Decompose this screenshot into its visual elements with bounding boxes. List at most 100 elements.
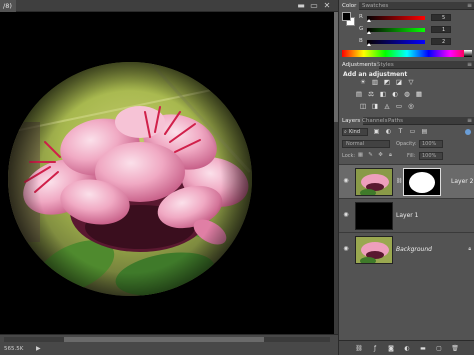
blue-channel-row: B 2 <box>357 38 474 46</box>
close-icon[interactable]: ✕ <box>322 1 332 11</box>
layers-panel-menu-icon[interactable]: ≡ <box>467 117 472 124</box>
lock-transparent-icon[interactable]: ▦ <box>357 152 364 160</box>
adjustments-title: Add an adjustment <box>343 71 408 78</box>
levels-icon[interactable]: ▥ <box>371 79 379 86</box>
tab-color[interactable]: Color <box>339 2 360 10</box>
visibility-eye-icon[interactable]: ◉ <box>342 245 350 253</box>
green-channel-label: G <box>359 26 364 32</box>
lock-image-icon[interactable]: ✎ <box>367 152 374 160</box>
doc-size-text: 565.5K <box>4 346 24 352</box>
document-tab[interactable]: /8) <box>0 0 16 12</box>
horizontal-scrollbar[interactable] <box>4 337 330 342</box>
vibrance-icon[interactable]: ▽ <box>407 79 415 86</box>
layer-thumbnail[interactable] <box>355 168 393 196</box>
tab-styles[interactable]: Styles <box>374 61 397 69</box>
visibility-eye-icon[interactable]: ◉ <box>342 211 350 219</box>
layer-name[interactable]: Layer 2 <box>451 178 473 185</box>
red-value-field[interactable]: 5 <box>431 14 451 21</box>
new-group-icon[interactable]: ▬ <box>419 345 427 353</box>
filter-shape-icon[interactable]: ▭ <box>409 128 416 136</box>
red-slider-knob[interactable] <box>367 19 371 22</box>
layer-thumbnail[interactable] <box>355 236 393 264</box>
visibility-eye-icon[interactable]: ◉ <box>342 177 350 185</box>
green-slider-knob[interactable] <box>367 31 371 34</box>
layers-footer: ⛓ ƒ ◙ ◐ ▬ ▢ 🗑︎ <box>339 340 474 355</box>
layer-mask-thumbnail[interactable] <box>403 168 441 196</box>
hue-saturation-icon[interactable]: ▤ <box>355 91 363 98</box>
curves-icon[interactable]: ◩ <box>383 79 391 86</box>
color-balance-icon[interactable]: ⚖ <box>367 91 375 98</box>
invert-icon[interactable]: ◫ <box>359 103 367 110</box>
status-menu-arrow-icon[interactable]: ▶ <box>36 345 41 352</box>
blue-slider-knob[interactable] <box>367 43 371 46</box>
blue-slider[interactable] <box>367 40 425 44</box>
tab-paths[interactable]: Paths <box>385 117 406 125</box>
status-bar: 565.5K ▶ <box>0 334 338 355</box>
new-layer-icon[interactable]: ▢ <box>435 345 443 353</box>
lock-row: Lock: ▦ ✎ ✥ 🔒︎ Fill: 100% <box>339 151 474 161</box>
document-tab-title: /8) <box>3 2 12 10</box>
opacity-field[interactable]: 100% <box>419 140 443 148</box>
add-mask-icon[interactable]: ◙ <box>387 345 395 353</box>
filter-type-icon[interactable]: T <box>397 128 404 136</box>
filter-kind-select[interactable]: ⌕ Kind <box>342 128 368 136</box>
exposure-icon[interactable]: ◪ <box>395 79 403 86</box>
layer-row-layer-2[interactable]: ◉ ⛓ Layer 2 <box>339 164 474 198</box>
threshold-icon[interactable]: ◬ <box>383 103 391 110</box>
foreground-color-swatch[interactable] <box>342 12 351 21</box>
photo-filter-icon[interactable]: ◐ <box>391 91 399 98</box>
channel-mixer-icon[interactable]: ◍ <box>403 91 411 98</box>
brightness-contrast-icon[interactable]: ☀ <box>359 79 367 86</box>
layers-panel-tabs: Layers Channels Paths ≡ <box>339 117 474 125</box>
document-canvas[interactable] <box>0 12 334 334</box>
green-slider[interactable] <box>367 28 425 32</box>
red-channel-label: R <box>359 14 363 20</box>
lock-position-icon[interactable]: ✥ <box>377 152 384 160</box>
filter-adjustment-icon[interactable]: ◐ <box>385 128 392 136</box>
blue-value-field[interactable]: 2 <box>431 38 451 45</box>
tab-swatches[interactable]: Swatches <box>359 2 391 10</box>
red-slider[interactable] <box>367 16 425 20</box>
blend-mode-select[interactable]: Normal <box>342 140 390 148</box>
adjustments-panel-tabs: Adjustments Styles ≡ <box>339 61 474 69</box>
horizontal-scroll-thumb[interactable] <box>64 337 264 342</box>
posterize-icon[interactable]: ◨ <box>371 103 379 110</box>
layer-thumbnail[interactable] <box>355 202 393 230</box>
lock-icon: 🔒︎ <box>468 246 471 252</box>
layer-filter-row: ⌕ Kind ▣ ◐ T ▭ ▤ <box>339 127 474 137</box>
filter-smart-object-icon[interactable]: ▤ <box>421 128 428 136</box>
filter-pixel-icon[interactable]: ▣ <box>373 128 380 136</box>
chain-link-icon[interactable]: ⛓ <box>396 178 402 186</box>
maximize-icon[interactable]: ▭ <box>309 1 319 11</box>
new-adjustment-icon[interactable]: ◐ <box>403 345 411 353</box>
color-panel-menu-icon[interactable]: ≡ <box>467 2 472 9</box>
green-value-field[interactable]: 1 <box>431 26 451 33</box>
lock-label: Lock: <box>342 153 356 159</box>
red-channel-row: R 5 <box>357 14 474 22</box>
layer-name[interactable]: Background <box>396 246 432 253</box>
black-white-ramp[interactable] <box>464 50 472 57</box>
selective-color-icon[interactable]: ◎ <box>407 103 415 110</box>
filter-toggle-icon[interactable] <box>465 129 471 135</box>
minimize-icon[interactable]: ▬ <box>296 1 306 11</box>
color-lookup-icon[interactable]: ▦ <box>415 91 423 98</box>
fill-field[interactable]: 100% <box>419 152 443 160</box>
opacity-label: Opacity: <box>396 141 417 147</box>
delete-icon[interactable]: 🗑︎ <box>451 345 459 353</box>
search-icon: ⌕ <box>344 129 347 135</box>
layer-row-layer-1[interactable]: ◉ Layer 1 <box>339 198 474 232</box>
lock-all-icon[interactable]: 🔒︎ <box>387 152 394 160</box>
adjustments-panel-menu-icon[interactable]: ≡ <box>467 61 472 68</box>
gradient-map-icon[interactable]: ▭ <box>395 103 403 110</box>
link-layers-icon[interactable]: ⛓ <box>355 345 363 353</box>
black-white-icon[interactable]: ◧ <box>379 91 387 98</box>
fill-label: Fill: <box>407 153 416 159</box>
layer-row-background[interactable]: ◉ Background 🔒︎ <box>339 232 474 266</box>
color-spectrum-ramp[interactable] <box>342 50 472 57</box>
fx-icon[interactable]: ƒ <box>371 345 379 353</box>
document-tab-bar: /8) ▬ ▭ ✕ <box>0 0 338 12</box>
canvas-image <box>0 12 334 334</box>
filter-kind-label: Kind <box>349 129 361 135</box>
green-channel-row: G 1 <box>357 26 474 34</box>
layer-name[interactable]: Layer 1 <box>396 212 418 219</box>
